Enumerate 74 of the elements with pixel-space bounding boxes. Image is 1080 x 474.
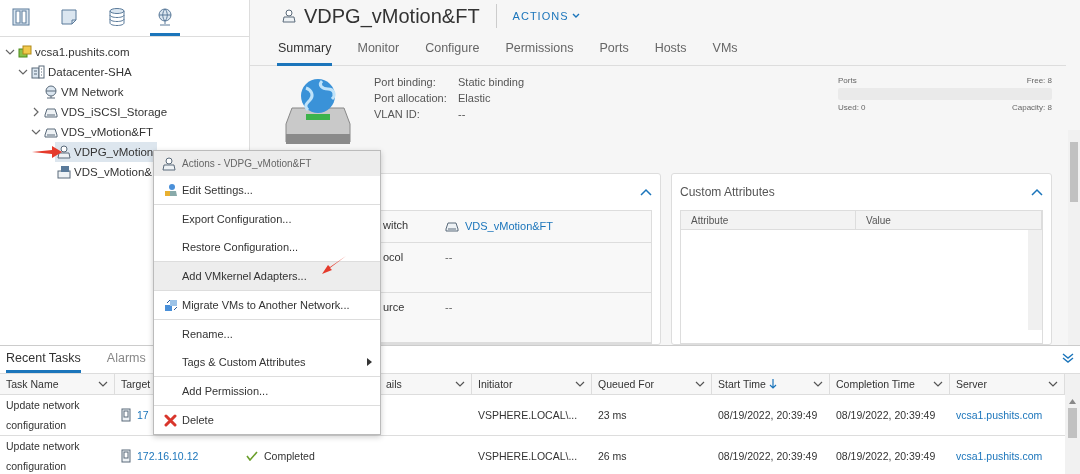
tree-label: VDS_vMotion& <box>74 166 152 178</box>
column-header[interactable]: Initiator <box>478 378 513 390</box>
menu-item[interactable]: Restore Configuration... <box>154 233 380 261</box>
tab[interactable]: Configure <box>424 32 481 66</box>
server-link[interactable]: vcsa1.pushits.com <box>956 446 1043 466</box>
property-value: -- <box>458 107 467 120</box>
actions-button[interactable]: ACTIONS <box>512 10 580 23</box>
task-name: Update network configuration <box>6 398 81 433</box>
tab[interactable]: Alarms <box>106 346 146 373</box>
tree-label: VDS_iSCSI_Storage <box>61 106 168 118</box>
tab[interactable]: Monitor <box>356 32 401 66</box>
menu-item[interactable]: Delete <box>154 406 380 434</box>
tree-item[interactable]: VDS_vMotion&FT <box>42 122 158 142</box>
tree-label: vcsa1.pushits.com <box>35 46 130 58</box>
menu-item[interactable]: Add VMkernel Adapters... <box>154 262 380 290</box>
tab[interactable]: Permissions <box>504 32 575 66</box>
detail-value: -- <box>445 251 453 263</box>
column-header[interactable]: Server <box>956 378 987 390</box>
column-header[interactable]: Queued For <box>598 378 655 390</box>
tree-item[interactable]: vcsa1.pushits.com <box>16 42 134 62</box>
ports-label: Ports <box>838 75 857 85</box>
menu-item[interactable]: Edit Settings... <box>154 176 380 204</box>
start-time: 08/19/2022, 20:39:49 <box>718 449 818 464</box>
task-status: Completed <box>264 449 315 464</box>
column-header[interactable]: Target <box>121 378 151 390</box>
target-link[interactable]: 172.16.10.12 <box>137 446 199 466</box>
used-ports: Used: 0 <box>838 102 866 112</box>
tree-item[interactable]: VDS_iSCSI_Storage <box>42 102 172 122</box>
tree-label: VDPG_vMotion <box>74 146 154 158</box>
tab[interactable]: VMs <box>711 32 739 66</box>
free-ports: Free: 8 <box>1026 75 1052 85</box>
tree-label: Datacenter-SHA <box>48 66 132 78</box>
property-label: Port allocation: <box>374 91 448 104</box>
tab[interactable]: Hosts <box>653 32 688 66</box>
completion-time: 08/19/2022, 20:39:49 <box>836 408 936 423</box>
start-time: 08/19/2022, 20:39:49 <box>718 408 818 423</box>
column-header[interactable]: ails <box>386 378 402 390</box>
menu-item[interactable]: Migrate VMs to Another Network... <box>154 291 380 319</box>
queued-time: 23 ms <box>598 408 627 423</box>
detail-label: witch <box>383 219 410 231</box>
completion-time: 08/19/2022, 20:39:49 <box>836 449 936 464</box>
tree-item[interactable]: VDS_vMotion& <box>55 162 156 182</box>
property-value: Static binding <box>458 75 525 88</box>
detail-label: ocol <box>383 251 405 263</box>
tree-item[interactable]: Datacenter-SHA <box>29 62 136 82</box>
queued-time: 26 ms <box>598 449 627 464</box>
detail-label: urce <box>383 301 406 313</box>
tree-label: VDS_vMotion&FT <box>61 126 154 138</box>
tab[interactable]: Summary <box>277 32 333 66</box>
task-name: Update network configuration <box>6 439 81 474</box>
property-value: Elastic <box>458 91 492 104</box>
tree-label: VM Network <box>61 86 124 98</box>
card-title: Custom Attributes <box>680 185 775 199</box>
column-header[interactable]: Completion Time <box>836 378 915 390</box>
initiator: VSPHERE.LOCAL\... <box>478 408 578 423</box>
menu-title: Actions - VDPG_vMotion&FT <box>182 158 312 169</box>
capacity: Capacity: 8 <box>1011 102 1052 112</box>
property-label: Port binding: <box>374 75 437 88</box>
initiator: VSPHERE.LOCAL\... <box>478 449 578 464</box>
menu-item[interactable]: Rename... <box>154 320 380 348</box>
column-header[interactable]: Start Time <box>718 378 777 390</box>
target-link[interactable]: 17 <box>137 405 149 425</box>
property-label: VLAN ID: <box>374 107 421 120</box>
tab[interactable]: Ports <box>598 32 630 66</box>
page-title: VDPG_vMotion&FT <box>304 4 480 28</box>
server-link[interactable]: vcsa1.pushits.com <box>956 405 1043 425</box>
column-header[interactable]: Task Name <box>6 378 59 390</box>
menu-item[interactable]: Tags & Custom Attributes <box>154 348 380 376</box>
tree-item[interactable]: VM Network <box>42 82 128 102</box>
tree-item[interactable]: VDPG_vMotion <box>55 142 158 162</box>
menu-item[interactable]: Export Configuration... <box>154 205 380 233</box>
detail-value: -- <box>445 301 453 313</box>
switch-link[interactable]: VDS_vMotion&FT <box>465 220 554 232</box>
menu-item[interactable]: Add Permission... <box>154 377 380 405</box>
